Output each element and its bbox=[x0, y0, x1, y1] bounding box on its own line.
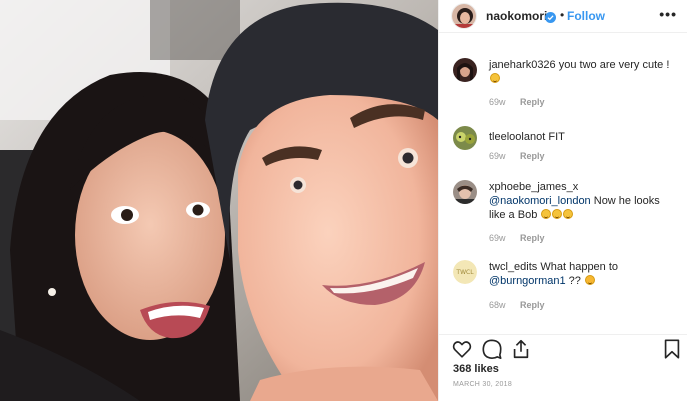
author-username[interactable]: naokomori bbox=[486, 9, 547, 23]
comment-body-suffix: ?? bbox=[568, 275, 581, 287]
grinning-emoji-icon bbox=[552, 209, 563, 219]
commenter-username[interactable]: janehark0326 bbox=[489, 59, 556, 71]
verified-badge-icon bbox=[545, 10, 556, 23]
comment-meta: 69w Reply bbox=[489, 97, 545, 107]
comment-body: FIT bbox=[548, 131, 565, 143]
comment-time: 69w bbox=[489, 97, 506, 107]
comment-meta: 69w Reply bbox=[489, 233, 545, 243]
comment-item: janehark0326 you two are very cute ! 69w… bbox=[453, 58, 679, 118]
comment-meta: 68w Reply bbox=[489, 300, 545, 310]
share-icon[interactable] bbox=[510, 338, 532, 360]
comment-body: you two are very cute ! bbox=[558, 59, 670, 71]
comment-item: xphoebe_james_x @naokomori_london Now he… bbox=[453, 180, 679, 246]
comment-item: tleeloolanot FIT 69w Reply bbox=[453, 126, 679, 166]
reply-button[interactable]: Reply bbox=[520, 151, 545, 161]
commenter-avatar[interactable]: TWCL bbox=[453, 260, 477, 284]
reply-button[interactable]: Reply bbox=[520, 97, 545, 107]
header-separator: • bbox=[560, 8, 565, 22]
post-date: MARCH 30, 2018 bbox=[453, 381, 513, 388]
commenter-avatar[interactable] bbox=[453, 58, 477, 82]
grinning-emoji-icon bbox=[490, 73, 500, 83]
grinning-emoji-icon bbox=[563, 209, 574, 219]
svg-text:TWCL: TWCL bbox=[455, 269, 474, 276]
post-side-panel: naokomori • Follow ••• janehark0326 you … bbox=[438, 0, 687, 401]
reply-button[interactable]: Reply bbox=[520, 233, 545, 243]
comment-time: 69w bbox=[489, 233, 506, 243]
post-photo[interactable] bbox=[0, 0, 438, 401]
comment-mention[interactable]: @burngorman1 bbox=[489, 275, 566, 287]
commenter-avatar[interactable] bbox=[453, 126, 477, 150]
commenter-username[interactable]: tleeloolanot bbox=[489, 131, 545, 143]
commenter-avatar[interactable] bbox=[453, 180, 477, 204]
follow-button[interactable]: Follow bbox=[567, 9, 605, 23]
comment-meta: 69w Reply bbox=[489, 151, 545, 161]
comment-item: TWCL twcl_edits What happen to @burngorm… bbox=[453, 260, 679, 316]
bookmark-icon[interactable] bbox=[661, 338, 683, 360]
comment-icon[interactable] bbox=[481, 338, 503, 360]
commenter-username[interactable]: twcl_edits bbox=[489, 261, 537, 273]
comment-time: 69w bbox=[489, 151, 506, 161]
post-header: naokomori • Follow ••• bbox=[439, 0, 687, 33]
selfie-photo-image bbox=[0, 0, 438, 401]
grinning-emoji-icon bbox=[541, 209, 552, 219]
likes-count[interactable]: 368 likes bbox=[453, 363, 499, 375]
comment-text: xphoebe_james_x @naokomori_london Now he… bbox=[489, 180, 674, 222]
comment-time: 68w bbox=[489, 300, 506, 310]
comment-mention[interactable]: @naokomori_london bbox=[489, 195, 591, 207]
heart-icon[interactable] bbox=[451, 338, 473, 360]
comment-text: janehark0326 you two are very cute ! bbox=[489, 58, 674, 86]
author-avatar[interactable] bbox=[451, 3, 477, 29]
comment-text: tleeloolanot FIT bbox=[489, 130, 674, 144]
comment-text: twcl_edits What happen to @burngorman1 ?… bbox=[489, 260, 674, 288]
reply-button[interactable]: Reply bbox=[520, 300, 545, 310]
comments-list[interactable]: janehark0326 you two are very cute ! 69w… bbox=[439, 34, 687, 324]
sad-emoji-icon bbox=[584, 275, 595, 285]
more-options-icon[interactable]: ••• bbox=[659, 6, 677, 22]
post-actions-bar bbox=[439, 334, 687, 360]
commenter-username[interactable]: xphoebe_james_x bbox=[489, 181, 578, 193]
comment-body: What happen to bbox=[540, 261, 619, 273]
instagram-post: naokomori • Follow ••• janehark0326 you … bbox=[0, 0, 687, 401]
